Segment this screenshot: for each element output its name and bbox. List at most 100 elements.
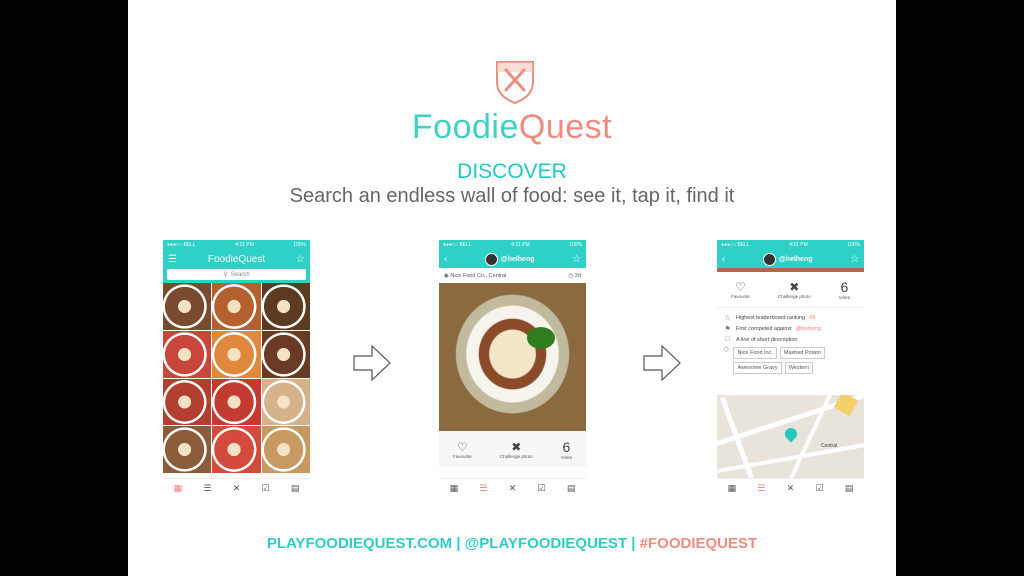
search-input[interactable]: ⚲ Search (167, 269, 306, 280)
comment-icon: □ (725, 336, 730, 343)
checkbox-icon[interactable]: ☑ (538, 483, 546, 494)
favourite-button[interactable]: ♡ Favourite (731, 280, 750, 299)
food-tile[interactable] (163, 426, 212, 473)
map-view[interactable]: Central (717, 395, 864, 478)
food-photo[interactable] (439, 283, 586, 431)
stats-row: ♡ Favourite ✖ Challenge photo 6 Votes (717, 272, 864, 308)
menu-icon[interactable]: ☰ (168, 254, 177, 265)
user-header[interactable]: @helheng (484, 252, 535, 266)
location-pin-icon: ◉ (444, 272, 449, 279)
card-icon[interactable]: ▤ (567, 483, 576, 494)
arrow-right-icon (353, 344, 391, 382)
tab-bar: ▦ ☰ ✕ ☑ ▤ (163, 478, 310, 498)
section-heading: DISCOVER (457, 160, 567, 183)
flag-icon: ⚑ (724, 325, 731, 333)
fork-knife-icon[interactable]: ✕ (787, 483, 795, 494)
user-header[interactable]: @helheng (762, 252, 813, 266)
tag-chip[interactable]: Nice Food Inc. (733, 347, 777, 359)
challenge-photo-button[interactable]: ✖ Challenge photo (778, 280, 811, 299)
grid-icon[interactable]: ▦ (450, 483, 459, 494)
location-row: ◉ Nice Food Co., Central ◷ 2d (439, 268, 586, 283)
location-label[interactable]: Nice Food Co., Central (450, 273, 506, 279)
trophy-icon[interactable]: ☆ (296, 254, 305, 265)
username: @helheng (500, 255, 535, 263)
search-icon: ⚲ (223, 272, 228, 278)
description-row: □ A line of short description (723, 334, 858, 345)
fork-knife-icon[interactable]: ✕ (509, 483, 517, 494)
brand-part1: Foodie (411, 108, 519, 146)
food-tile[interactable] (261, 378, 310, 426)
votes-count: 6 Votes (560, 438, 572, 460)
food-tile[interactable] (261, 426, 310, 473)
competed-user-link[interactable]: @helheng (796, 326, 821, 332)
food-tile[interactable] (261, 283, 310, 330)
tag-chip[interactable]: Awesome Gravy (733, 362, 782, 374)
avatar (762, 252, 776, 266)
hashtag-link[interactable]: #FOODIEQUEST (640, 535, 758, 552)
handle-link[interactable]: @PLAYFOODIEQUEST (465, 535, 627, 552)
trophy-icon[interactable]: ☆ (572, 254, 581, 265)
carrier-label: ●●●○○ BELL (167, 242, 196, 248)
favourite-button[interactable]: ♡ Favourite (453, 440, 472, 459)
shield-fork-knife-icon (496, 61, 534, 104)
list-icon[interactable]: ☰ (757, 483, 765, 494)
battery-label: 100% (569, 242, 582, 248)
back-icon[interactable]: ‹ (444, 254, 447, 265)
navbar: ‹ @helheng ☆ (439, 250, 586, 268)
phone-food-detail: ●●●○○ BELL 4:21 PM 100% ‹ @helheng ☆ ◉ N… (439, 240, 586, 498)
fork-knife-icon: ✖ (511, 439, 522, 454)
avatar (484, 252, 498, 266)
card-icon[interactable]: ▤ (291, 483, 300, 494)
clock-icon: ◷ (568, 272, 574, 279)
info-list: ☆ Highest leaderboard ranking #3 ⚑ First co… (717, 308, 864, 378)
food-tile[interactable] (163, 283, 212, 330)
food-tile[interactable] (163, 330, 212, 378)
card-icon[interactable]: ▤ (845, 483, 854, 494)
post-age: 2d (574, 272, 581, 279)
battery-label: 100% (847, 242, 860, 248)
arrow-right-icon (643, 344, 681, 382)
challenge-photo-button[interactable]: ✖ Challenge photo (500, 440, 533, 459)
grid-icon[interactable]: ▦ (174, 483, 183, 494)
fork-knife-icon: ✖ (789, 280, 800, 294)
status-bar: ●●●○○ BELL 4:21 PM 100% (717, 240, 864, 250)
username: @helheng (778, 255, 813, 263)
food-grid (163, 283, 310, 473)
checkbox-icon[interactable]: ☑ (262, 483, 270, 494)
navbar: ☰ FoodieQuest ☆ (163, 250, 310, 268)
tab-bar: ▦ ☰ ✕ ☑ ▤ (717, 478, 864, 498)
food-tile[interactable] (212, 283, 261, 330)
competed-row: ⚑ First competed against @helheng (724, 325, 821, 333)
site-link[interactable]: PLAYFOODIEQUEST.COM (267, 535, 452, 552)
tag-chip[interactable]: Mashed Potato (779, 347, 825, 359)
food-tile[interactable] (212, 426, 261, 473)
carrier-label: ●●●○○ BELL (721, 242, 750, 248)
tab-bar: ▦ ☰ ✕ ☑ ▤ (439, 478, 586, 498)
heart-icon: ♡ (735, 280, 746, 294)
food-tile[interactable] (261, 330, 310, 378)
heart-icon: ♡ (457, 439, 468, 454)
section-subtitle: Search an endless wall of food: see it, … (289, 185, 735, 207)
food-tile[interactable] (163, 378, 212, 426)
list-icon[interactable]: ☰ (479, 483, 487, 494)
phone-discover-grid: ●●●○○ BELL 4:21 PM 100% ☰ FoodieQuest ☆ … (163, 240, 310, 498)
tag-icon: ◇ (723, 346, 729, 353)
back-icon[interactable]: ‹ (722, 254, 725, 265)
trophy-icon: ☆ (724, 314, 731, 322)
food-tile[interactable] (212, 378, 261, 426)
status-bar: ●●●○○ BELL 4:21 PM 100% (439, 240, 586, 250)
footer-links: PLAYFOODIEQUEST.COM | @PLAYFOODIEQUEST |… (266, 535, 758, 552)
votes-count: 6 Votes (838, 279, 850, 300)
food-tile[interactable] (212, 330, 261, 378)
map-pin-icon[interactable] (782, 425, 800, 443)
trophy-icon[interactable]: ☆ (850, 254, 859, 265)
search-placeholder: Search (230, 271, 250, 278)
list-icon[interactable]: ☰ (203, 483, 211, 494)
tag-chip[interactable]: Western (784, 362, 814, 374)
brand-wordmark: FoodieQuest (0, 108, 1024, 147)
checkbox-icon[interactable]: ☑ (816, 483, 824, 494)
fork-knife-icon[interactable]: ✕ (233, 483, 241, 494)
phone-food-info: ●●●○○ BELL 4:21 PM 100% ‹ @helheng ☆ ♡ Fa… (717, 240, 864, 498)
grid-icon[interactable]: ▦ (728, 483, 737, 494)
time-label: 4:21 PM (789, 242, 808, 248)
